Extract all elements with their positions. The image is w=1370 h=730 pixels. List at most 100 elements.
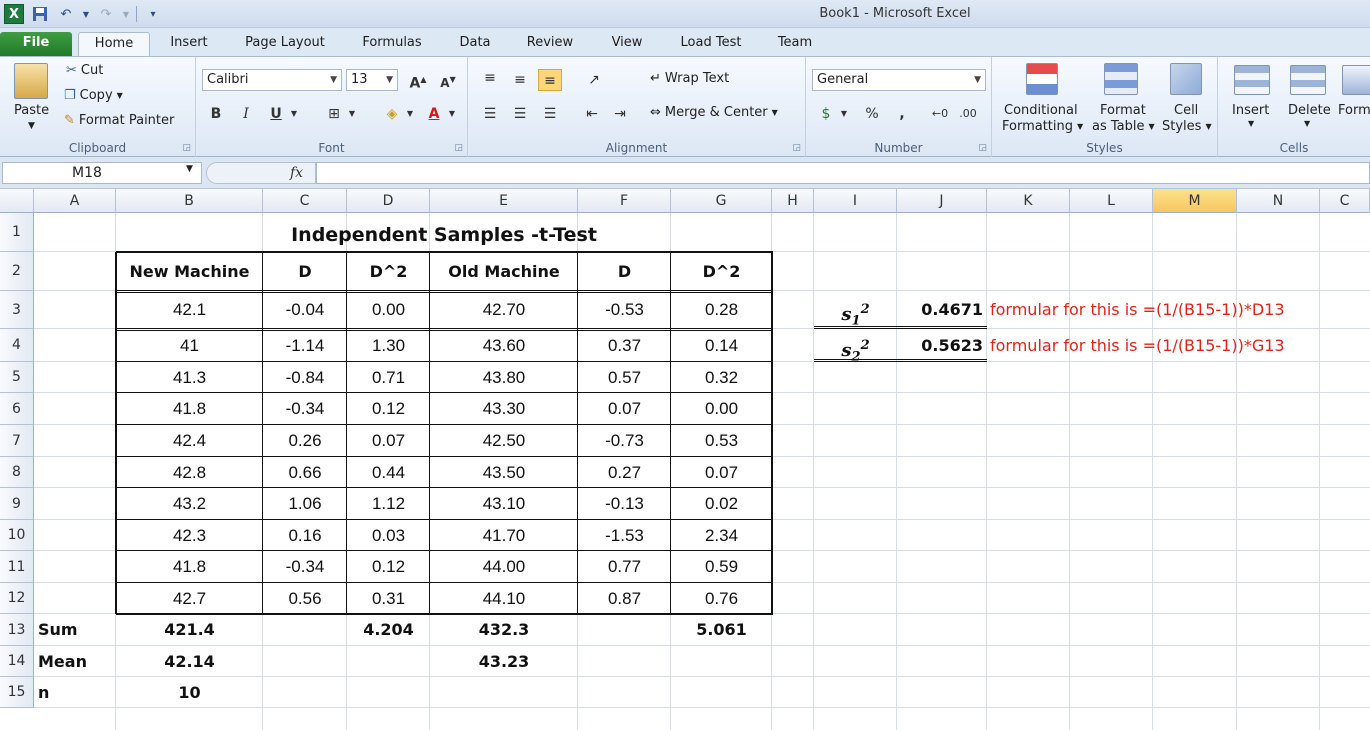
paste-dropdown-icon[interactable]: ▼ xyxy=(28,121,35,131)
row-header-8[interactable]: 8 xyxy=(0,457,34,488)
data-cell[interactable]: 42.4 xyxy=(116,425,263,457)
data-cell[interactable]: 0.76 xyxy=(671,583,772,614)
decrease-indent-icon[interactable]: ⇤ xyxy=(580,103,604,125)
data-cell[interactable]: 2.34 xyxy=(671,520,772,551)
column-header-n[interactable]: N xyxy=(1237,189,1320,213)
data-cell[interactable]: -0.34 xyxy=(263,393,347,425)
mean-e[interactable]: 43.23 xyxy=(430,646,578,677)
row-header-13[interactable]: 13 xyxy=(0,614,34,646)
cell-styles-button-line2[interactable]: Styles ▼ xyxy=(1162,119,1212,134)
number-format-combo[interactable]: General ▼ xyxy=(812,69,986,91)
percent-button[interactable]: % xyxy=(860,103,884,125)
s1-note[interactable]: formular for this is =(1/(B15-1))*D13 xyxy=(987,291,1370,329)
sum-g[interactable]: 5.061 xyxy=(671,614,772,646)
grow-font-icon[interactable]: A▲ xyxy=(406,69,430,92)
column-header-c[interactable]: C xyxy=(263,189,347,213)
wrap-text-button[interactable]: ↵ Wrap Text xyxy=(650,71,729,86)
data-cell[interactable]: 0.66 xyxy=(263,457,347,488)
data-cell[interactable]: 0.07 xyxy=(578,393,671,425)
column-header-d[interactable]: D xyxy=(347,189,430,213)
row-header-9[interactable]: 9 xyxy=(0,488,34,520)
font-color-dropdown-icon[interactable]: ▼ xyxy=(446,103,458,125)
data-cell[interactable]: 43.10 xyxy=(430,488,578,520)
underline-dropdown-icon[interactable]: ▼ xyxy=(288,103,300,125)
align-top-icon[interactable]: ≡ xyxy=(478,67,502,89)
data-cell[interactable]: 0.59 xyxy=(671,551,772,583)
insert-function-icon[interactable]: fx xyxy=(290,165,303,181)
delete-cells-icon[interactable] xyxy=(1290,65,1326,95)
row-header-2[interactable]: 2 xyxy=(0,252,34,291)
data-cell[interactable]: 0.37 xyxy=(578,329,671,362)
s2-value[interactable]: 0.5623 xyxy=(897,329,987,362)
data-cell[interactable]: 43.2 xyxy=(116,488,263,520)
data-cell[interactable]: 41.3 xyxy=(116,362,263,393)
data-cell[interactable]: 43.80 xyxy=(430,362,578,393)
data-cell[interactable]: 1.12 xyxy=(347,488,430,520)
align-bottom-icon[interactable]: ≡ xyxy=(538,69,562,91)
data-cell[interactable]: 44.10 xyxy=(430,583,578,614)
underline-button[interactable]: U xyxy=(264,103,288,125)
data-cell[interactable]: 0.31 xyxy=(347,583,430,614)
worksheet-grid[interactable]: ABCDEFGHIJKLMNC 1 2 3 4 5 6 7 8 9 10 11 12 13 14 15 In… xyxy=(0,189,1370,730)
column-heading[interactable]: New Machine xyxy=(116,252,263,291)
data-cell[interactable]: 42.7 xyxy=(116,583,263,614)
cut-button[interactable]: ✂ Cut xyxy=(66,63,103,78)
data-cell[interactable]: 0.71 xyxy=(347,362,430,393)
fill-color-dropdown-icon[interactable]: ▼ xyxy=(404,103,416,125)
data-cell[interactable]: 0.57 xyxy=(578,362,671,393)
column-header-i[interactable]: I xyxy=(814,189,897,213)
data-cell[interactable]: 0.14 xyxy=(671,329,772,362)
conditional-formatting-button[interactable]: Conditional xyxy=(1004,103,1078,118)
mean-label[interactable]: Mean xyxy=(34,646,116,677)
align-center-icon[interactable]: ☰ xyxy=(508,103,532,125)
tab-insert[interactable]: Insert xyxy=(160,32,218,56)
data-cell[interactable]: 1.30 xyxy=(347,329,430,362)
n-label[interactable]: n xyxy=(34,677,116,708)
clipboard-launcher-icon[interactable]: ◲ xyxy=(182,143,191,153)
data-cell[interactable]: 42.70 xyxy=(430,291,578,329)
delete-cells-button[interactable]: Delete xyxy=(1288,103,1331,118)
insert-cells-dropdown-icon[interactable]: ▼ xyxy=(1248,119,1254,128)
font-name-combo[interactable]: Calibri ▼ xyxy=(202,69,342,91)
mean-b[interactable]: 42.14 xyxy=(116,646,263,677)
data-cell[interactable]: -0.53 xyxy=(578,291,671,329)
column-header-f[interactable]: F xyxy=(578,189,671,213)
formula-input[interactable] xyxy=(316,162,1370,184)
s1-symbol[interactable]: s12 xyxy=(814,291,897,329)
data-cell[interactable]: 0.26 xyxy=(263,425,347,457)
sum-d[interactable]: 4.204 xyxy=(347,614,430,646)
data-cell[interactable]: 0.87 xyxy=(578,583,671,614)
data-cell[interactable]: -0.13 xyxy=(578,488,671,520)
tab-review[interactable]: Review xyxy=(518,32,582,56)
fill-color-icon[interactable]: ◈ xyxy=(380,103,404,125)
paste-icon[interactable] xyxy=(14,63,48,99)
n-b[interactable]: 10 xyxy=(116,677,263,708)
cell-styles-icon[interactable] xyxy=(1170,63,1202,95)
select-all-corner[interactable] xyxy=(0,189,34,213)
data-cell[interactable]: 42.50 xyxy=(430,425,578,457)
data-cell[interactable]: 0.12 xyxy=(347,551,430,583)
tab-view[interactable]: View xyxy=(600,32,654,56)
data-cell[interactable]: 41 xyxy=(116,329,263,362)
data-cell[interactable]: 41.8 xyxy=(116,393,263,425)
data-cell[interactable]: 41.8 xyxy=(116,551,263,583)
data-cell[interactable]: 0.07 xyxy=(671,457,772,488)
data-cell[interactable]: 43.50 xyxy=(430,457,578,488)
data-cell[interactable]: 1.06 xyxy=(263,488,347,520)
sum-b[interactable]: 421.4 xyxy=(116,614,263,646)
s2-symbol[interactable]: s22 xyxy=(814,329,897,365)
format-as-table-button[interactable]: Format xyxy=(1100,103,1146,118)
merge-center-button[interactable]: ⇔ Merge & Center ▼ xyxy=(650,105,778,120)
data-cell[interactable]: 0.53 xyxy=(671,425,772,457)
insert-cells-icon[interactable] xyxy=(1234,65,1270,95)
increase-decimal-icon[interactable]: ←0 xyxy=(928,103,952,125)
align-right-icon[interactable]: ☰ xyxy=(538,103,562,125)
currency-icon[interactable]: $ xyxy=(814,103,838,125)
data-cell[interactable]: -0.34 xyxy=(263,551,347,583)
column-header-b[interactable]: B xyxy=(116,189,263,213)
data-cell[interactable]: 0.44 xyxy=(347,457,430,488)
data-cell[interactable]: 0.00 xyxy=(671,393,772,425)
data-cell[interactable]: 0.00 xyxy=(347,291,430,329)
row-header-14[interactable]: 14 xyxy=(0,646,34,677)
name-box-dropdown-icon[interactable]: ▼ xyxy=(186,164,193,174)
